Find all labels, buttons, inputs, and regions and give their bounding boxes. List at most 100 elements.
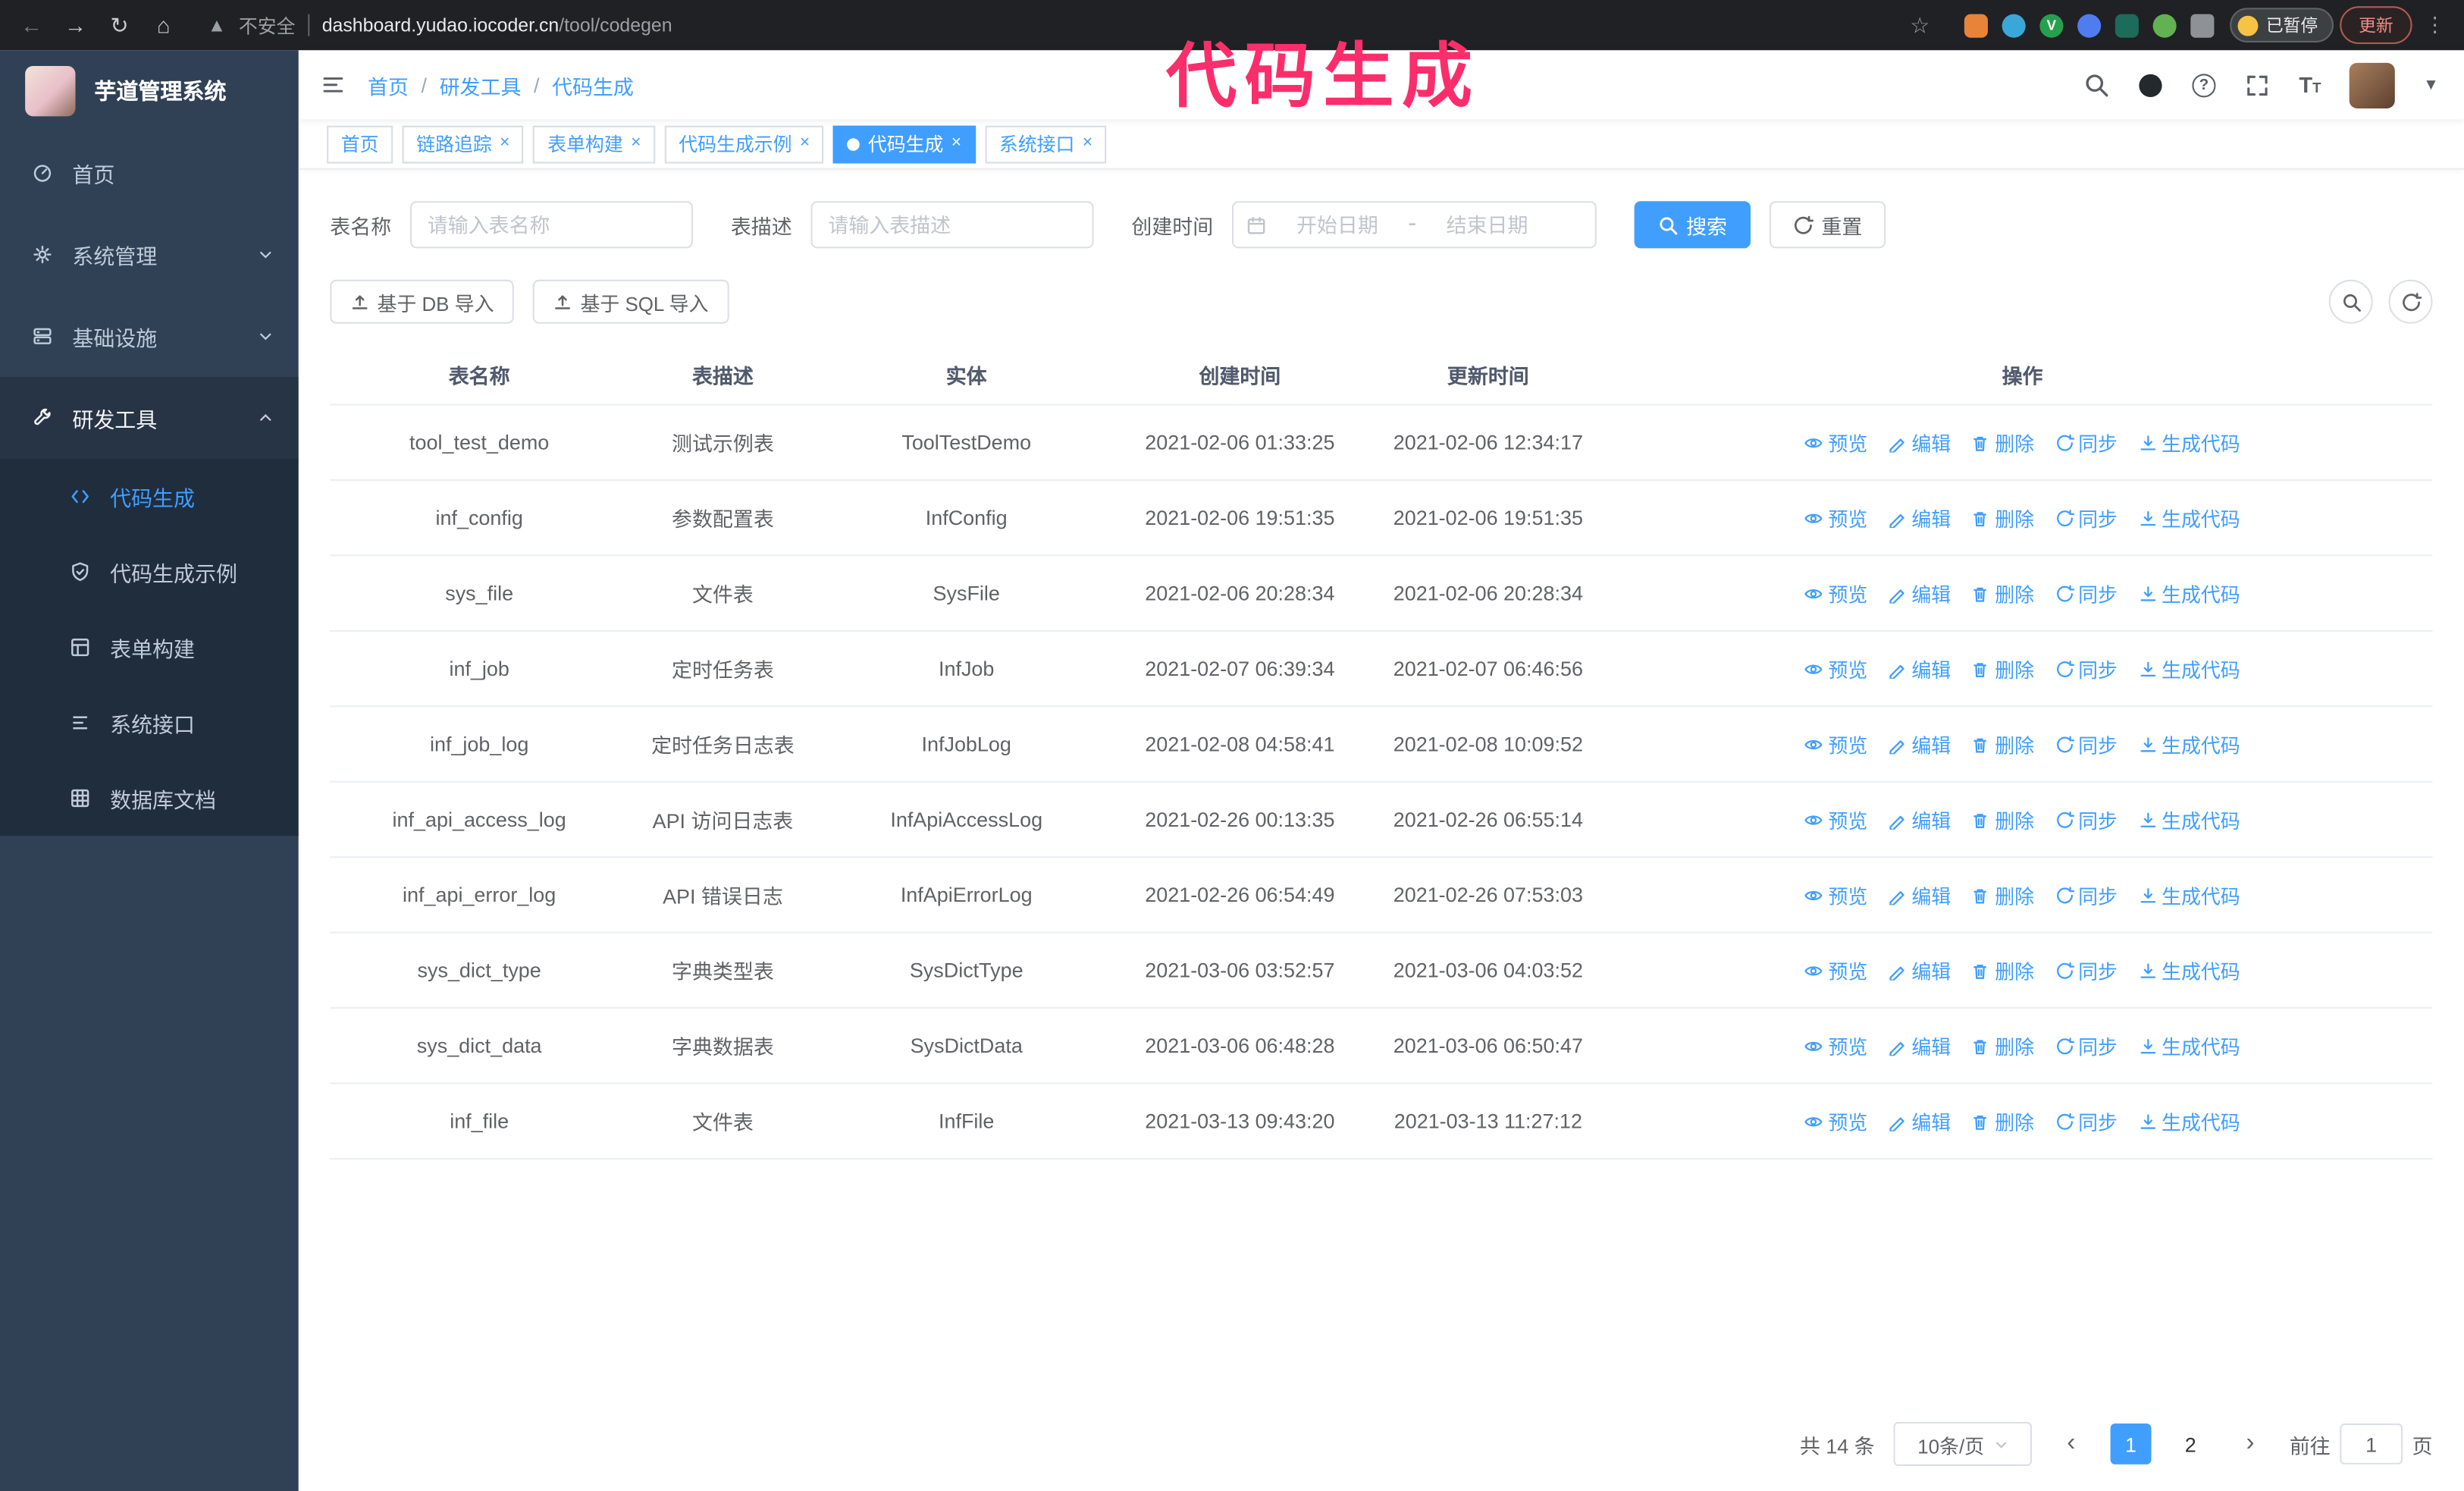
sidebar-subitem-form-builder[interactable]: 表单构建 bbox=[0, 610, 299, 685]
table-name-input[interactable] bbox=[410, 201, 694, 249]
font-size-icon[interactable]: TT bbox=[2299, 74, 2321, 96]
generate-code-link[interactable]: 生成代码 bbox=[2138, 805, 2240, 834]
extension-icon-green-v[interactable]: V bbox=[2039, 13, 2064, 37]
tab-close-icon[interactable]: × bbox=[631, 134, 641, 152]
delete-link[interactable]: 删除 bbox=[1971, 578, 2034, 607]
edit-link[interactable]: 编辑 bbox=[1888, 578, 1951, 607]
table-desc-input[interactable] bbox=[810, 201, 1094, 249]
tab-close-icon[interactable]: × bbox=[1083, 134, 1092, 152]
browser-refresh-button[interactable]: ↻ bbox=[101, 6, 139, 44]
caret-down-icon[interactable]: ▼ bbox=[2423, 76, 2439, 93]
sidebar-item-system[interactable]: 系统管理 bbox=[0, 214, 299, 296]
tab-tracing[interactable]: 链路追踪 × bbox=[402, 124, 525, 163]
extension-icon-orange[interactable] bbox=[1964, 13, 1988, 37]
sync-link[interactable]: 同步 bbox=[2055, 503, 2118, 532]
generate-code-link[interactable]: 生成代码 bbox=[2138, 1031, 2240, 1060]
generate-code-link[interactable]: 生成代码 bbox=[2138, 880, 2240, 909]
refresh-table-button[interactable] bbox=[2388, 279, 2433, 324]
profile-paused-badge[interactable]: 已暂停 bbox=[2230, 8, 2334, 42]
sync-link[interactable]: 同步 bbox=[2055, 880, 2118, 909]
generate-code-link[interactable]: 生成代码 bbox=[2138, 1106, 2240, 1136]
browser-home-button[interactable]: ⌂ bbox=[145, 6, 183, 44]
fullscreen-icon[interactable] bbox=[2244, 71, 2271, 98]
edit-link[interactable]: 编辑 bbox=[1888, 956, 1951, 985]
edit-link[interactable]: 编辑 bbox=[1888, 654, 1951, 683]
preview-link[interactable]: 预览 bbox=[1804, 1106, 1867, 1136]
delete-link[interactable]: 删除 bbox=[1971, 729, 2034, 758]
delete-link[interactable]: 删除 bbox=[1971, 654, 2034, 683]
tab-codegen[interactable]: 代码生成 × bbox=[833, 124, 976, 163]
puzzle-extensions-icon[interactable] bbox=[2190, 13, 2215, 37]
edit-link[interactable]: 编辑 bbox=[1888, 1106, 1951, 1136]
generate-code-link[interactable]: 生成代码 bbox=[2138, 578, 2240, 607]
page-size-select[interactable]: 10条/页 bbox=[1893, 1421, 2032, 1466]
import-sql-button[interactable]: 基于 SQL 导入 bbox=[533, 279, 729, 324]
date-range-picker[interactable]: - bbox=[1232, 201, 1597, 249]
tab-close-icon[interactable]: × bbox=[800, 134, 810, 152]
hamburger-button[interactable] bbox=[299, 50, 368, 119]
sync-link[interactable]: 同步 bbox=[2055, 578, 2118, 607]
extension-icon-blue[interactable] bbox=[2002, 13, 2026, 37]
reset-button[interactable]: 重置 bbox=[1769, 201, 1886, 249]
sidebar-item-devtools[interactable]: 研发工具 bbox=[0, 377, 299, 459]
preview-link[interactable]: 预览 bbox=[1804, 578, 1867, 607]
prev-page-button[interactable]: ‹ bbox=[2051, 1424, 2092, 1464]
delete-link[interactable]: 删除 bbox=[1971, 956, 2034, 985]
delete-link[interactable]: 删除 bbox=[1971, 503, 2034, 532]
sync-link[interactable]: 同步 bbox=[2055, 1031, 2118, 1060]
avatar[interactable] bbox=[2349, 61, 2395, 108]
sidebar-item-infrastructure[interactable]: 基础设施 bbox=[0, 295, 299, 377]
tab-close-icon[interactable]: × bbox=[951, 134, 961, 152]
sidebar-subitem-db-doc[interactable]: 数据库文档 bbox=[0, 761, 299, 836]
extension-icon-darkgreen[interactable] bbox=[2114, 13, 2139, 37]
tab-form-builder[interactable]: 表单构建 × bbox=[533, 124, 656, 163]
url-text[interactable]: dashboard.yudao.iocoder.cn/tool/codegen bbox=[322, 14, 672, 36]
edit-link[interactable]: 编辑 bbox=[1888, 805, 1951, 834]
import-db-button[interactable]: 基于 DB 导入 bbox=[330, 279, 515, 324]
generate-code-link[interactable]: 生成代码 bbox=[2138, 428, 2240, 457]
github-icon[interactable] bbox=[2137, 71, 2164, 98]
preview-link[interactable]: 预览 bbox=[1804, 956, 1867, 985]
sync-link[interactable]: 同步 bbox=[2055, 729, 2118, 758]
sidebar-item-home[interactable]: 首页 bbox=[0, 132, 299, 214]
next-page-button[interactable]: › bbox=[2230, 1424, 2271, 1464]
sidebar-subitem-system-api[interactable]: 系统接口 bbox=[0, 685, 299, 760]
generate-code-link[interactable]: 生成代码 bbox=[2138, 503, 2240, 532]
sync-link[interactable]: 同步 bbox=[2055, 428, 2118, 457]
extension-icon-leaf[interactable] bbox=[2152, 13, 2177, 37]
edit-link[interactable]: 编辑 bbox=[1888, 503, 1951, 532]
preview-link[interactable]: 预览 bbox=[1804, 428, 1867, 457]
bookmark-star-icon[interactable]: ☆ bbox=[1910, 12, 1930, 39]
delete-link[interactable]: 删除 bbox=[1971, 880, 2034, 909]
extension-icon-people[interactable] bbox=[2077, 13, 2102, 37]
browser-forward-button[interactable]: → bbox=[57, 6, 95, 44]
edit-link[interactable]: 编辑 bbox=[1888, 428, 1951, 457]
tab-home[interactable]: 首页 bbox=[327, 124, 393, 163]
browser-menu-icon[interactable]: ⋮ bbox=[2419, 13, 2452, 38]
sync-link[interactable]: 同步 bbox=[2055, 805, 2118, 834]
date-end-input[interactable] bbox=[1425, 212, 1549, 237]
page-button-2[interactable]: 2 bbox=[2170, 1424, 2211, 1464]
breadcrumb-item-home[interactable]: 首页 bbox=[368, 70, 409, 99]
sidebar-subitem-codegen[interactable]: 代码生成 bbox=[0, 459, 299, 534]
edit-link[interactable]: 编辑 bbox=[1888, 1031, 1951, 1060]
edit-link[interactable]: 编辑 bbox=[1888, 880, 1951, 909]
tab-close-icon[interactable]: × bbox=[500, 134, 509, 152]
sync-link[interactable]: 同步 bbox=[2055, 1106, 2118, 1136]
browser-update-button[interactable]: 更新 bbox=[2340, 6, 2412, 45]
sync-link[interactable]: 同步 bbox=[2055, 654, 2118, 683]
date-start-input[interactable] bbox=[1276, 212, 1399, 237]
page-button-1[interactable]: 1 bbox=[2110, 1424, 2152, 1464]
address-bar[interactable]: ▲ 不安全 dashboard.yudao.iocoder.cn/tool/co… bbox=[189, 12, 1948, 39]
tab-codegen-example[interactable]: 代码生成示例 × bbox=[664, 124, 824, 163]
help-icon[interactable]: ? bbox=[2192, 73, 2216, 97]
delete-link[interactable]: 删除 bbox=[1971, 805, 2034, 834]
delete-link[interactable]: 删除 bbox=[1971, 1031, 2034, 1060]
tab-system-api[interactable]: 系统接口 × bbox=[985, 124, 1107, 163]
generate-code-link[interactable]: 生成代码 bbox=[2138, 654, 2240, 683]
preview-link[interactable]: 预览 bbox=[1804, 880, 1867, 909]
delete-link[interactable]: 删除 bbox=[1971, 1106, 2034, 1136]
generate-code-link[interactable]: 生成代码 bbox=[2138, 956, 2240, 985]
goto-page-input[interactable] bbox=[2340, 1424, 2403, 1464]
sidebar-subitem-codegen-example[interactable]: 代码生成示例 bbox=[0, 534, 299, 609]
